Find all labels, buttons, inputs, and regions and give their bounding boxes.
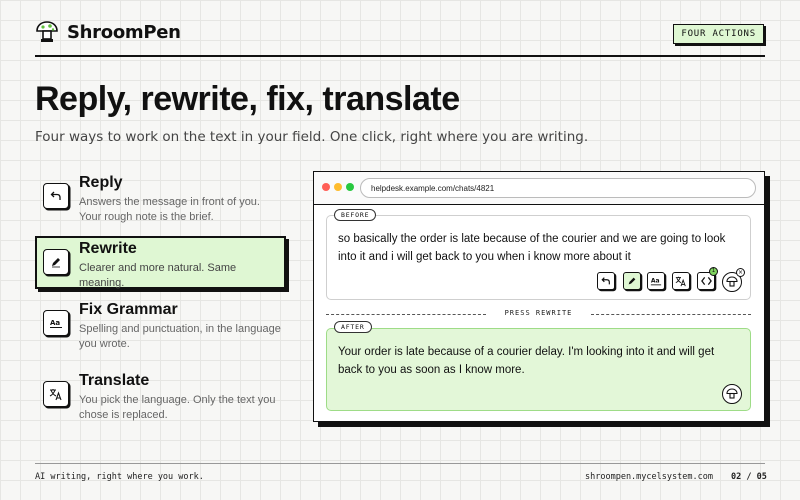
footer-divider bbox=[35, 463, 765, 464]
feature-title: Reply bbox=[79, 174, 123, 191]
reply-icon bbox=[601, 277, 610, 285]
feature-translate[interactable]: Translate You pick the language. Only th… bbox=[35, 368, 286, 421]
page-number: 02 / 05 bbox=[731, 472, 767, 482]
toolbar-rewrite-button[interactable] bbox=[623, 272, 641, 290]
reply-icon bbox=[43, 183, 69, 209]
svg-text:Aa: Aa bbox=[50, 319, 60, 327]
grammar-icon: Aa bbox=[43, 310, 69, 336]
mushroom-logo-icon bbox=[36, 21, 58, 42]
feature-desc: Spelling and punctuation, in the languag… bbox=[79, 323, 281, 350]
rewrite-icon bbox=[628, 277, 636, 285]
mushroom-icon bbox=[726, 388, 738, 399]
footer-site[interactable]: shroompen.mycelsystem.com bbox=[585, 472, 713, 482]
address-bar[interactable]: helpdesk.example.com/chats/4821 bbox=[360, 178, 756, 198]
rewrite-icon bbox=[43, 249, 69, 275]
footer-tagline: AI writing, right where you work. bbox=[35, 472, 204, 482]
brand[interactable]: ShroomPen bbox=[35, 20, 181, 44]
before-text-field[interactable]: so basically the order is late because o… bbox=[326, 215, 751, 300]
section-badge: FOUR ACTIONS bbox=[673, 24, 764, 44]
page-subtitle: Four ways to work on the text in your fi… bbox=[35, 129, 589, 145]
close-dot[interactable] bbox=[322, 183, 330, 191]
feature-fix-grammar[interactable]: Aa Fix Grammar Spelling and punctuation,… bbox=[35, 297, 286, 350]
after-text-field[interactable]: Your order is late because of a courier … bbox=[326, 328, 751, 411]
translate-icon bbox=[43, 381, 69, 407]
minimize-dot[interactable] bbox=[334, 183, 342, 191]
press-divider: PRESS REWRITE bbox=[326, 309, 751, 319]
code-icon bbox=[700, 276, 712, 286]
translate-icon bbox=[675, 276, 686, 287]
header-divider bbox=[35, 55, 765, 57]
after-text: Your order is late because of a courier … bbox=[338, 346, 715, 376]
feature-title: Rewrite bbox=[79, 240, 137, 257]
before-label: BEFORE bbox=[334, 209, 377, 221]
count-badge: 1 bbox=[709, 267, 718, 276]
feature-desc: Answers the message in front of you. Your… bbox=[79, 196, 260, 223]
feature-desc: Clearer and more natural. Same meaning. bbox=[79, 262, 237, 289]
feature-reply[interactable]: Reply Answers the message in front of yo… bbox=[35, 170, 286, 223]
toolbar-translate-button[interactable] bbox=[672, 272, 690, 290]
press-label: PRESS REWRITE bbox=[499, 309, 578, 317]
browser-window: helpdesk.example.com/chats/4821 BEFORE s… bbox=[313, 171, 765, 422]
before-text: so basically the order is late because o… bbox=[338, 233, 726, 263]
feature-rewrite[interactable]: Rewrite Clearer and more natural. Same m… bbox=[35, 236, 286, 289]
feature-title: Translate bbox=[79, 372, 150, 389]
svg-text:Aa: Aa bbox=[651, 278, 660, 285]
toolbar-reply-button[interactable] bbox=[597, 272, 615, 290]
page-title: Reply, rewrite, fix, translate bbox=[35, 80, 460, 118]
browser-chrome: helpdesk.example.com/chats/4821 bbox=[314, 172, 764, 205]
after-label: AFTER bbox=[334, 321, 372, 333]
maximize-dot[interactable] bbox=[346, 183, 354, 191]
feature-title: Fix Grammar bbox=[79, 301, 178, 318]
mushroom-icon bbox=[726, 276, 738, 287]
brand-name: ShroomPen bbox=[67, 21, 181, 43]
feature-desc: You pick the language. Only the text you… bbox=[79, 394, 276, 421]
shroompen-button[interactable] bbox=[722, 384, 742, 404]
grammar-icon: Aa bbox=[651, 278, 662, 286]
close-icon[interactable]: × bbox=[736, 268, 745, 277]
toolbar-grammar-button[interactable]: Aa bbox=[647, 272, 665, 290]
